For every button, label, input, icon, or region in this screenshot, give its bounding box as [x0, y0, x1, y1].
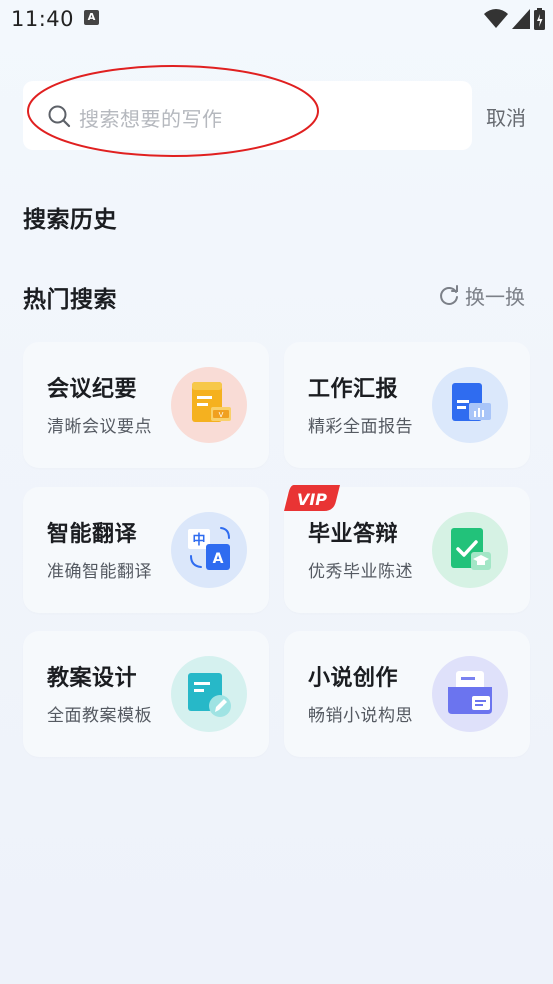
- card-title: 智能翻译: [47, 522, 138, 547]
- card-graduation-defense[interactable]: VIP 毕业答辩 优秀毕业陈述: [284, 485, 530, 613]
- novel-writing-icon: [432, 656, 508, 732]
- notification-a-icon: A: [84, 10, 99, 25]
- lesson-plan-icon: [171, 656, 247, 732]
- signal-icon: [512, 9, 530, 29]
- card-translate[interactable]: 智能翻译 准确智能翻译 中 A: [23, 487, 269, 613]
- battery-icon: [534, 8, 545, 30]
- card-lesson-plan[interactable]: 教案设计 全面教案模板: [23, 631, 269, 757]
- card-subtitle: 畅销小说构思: [308, 706, 413, 726]
- refresh-label: 换一换: [465, 285, 525, 309]
- vip-label: VIP: [297, 490, 327, 509]
- card-title: 小说创作: [308, 666, 399, 691]
- card-subtitle: 全面教案模板: [47, 706, 152, 726]
- wifi-icon: [484, 9, 508, 28]
- graduation-defense-icon: [432, 512, 508, 588]
- work-report-icon: [432, 367, 508, 443]
- card-novel-writing[interactable]: 小说创作 畅销小说构思: [284, 631, 530, 757]
- card-subtitle: 优秀毕业陈述: [308, 562, 413, 582]
- card-subtitle: 清晰会议要点: [47, 417, 152, 437]
- translate-icon: 中 A: [171, 512, 247, 588]
- search-history-title: 搜索历史: [23, 207, 117, 233]
- card-title: 毕业答辩: [308, 522, 399, 547]
- card-title: 工作汇报: [308, 377, 399, 402]
- meeting-notes-icon: V: [171, 367, 247, 443]
- search-icon: [48, 105, 71, 128]
- refresh-button[interactable]: 换一换: [438, 281, 525, 310]
- card-title: 会议纪要: [47, 377, 138, 402]
- search-placeholder: 搜索想要的写作: [79, 107, 223, 131]
- cancel-button[interactable]: 取消: [486, 102, 526, 131]
- status-icons: [484, 8, 545, 30]
- vip-badge: VIP: [284, 485, 340, 511]
- svg-text:A: A: [213, 551, 224, 567]
- svg-text:V: V: [219, 411, 224, 419]
- search-input[interactable]: 搜索想要的写作: [23, 81, 472, 150]
- card-subtitle: 精彩全面报告: [308, 417, 413, 437]
- status-bar: 11:40 A: [0, 0, 553, 38]
- svg-text:中: 中: [192, 532, 205, 548]
- hot-search-title: 热门搜索: [23, 287, 117, 313]
- card-meeting-notes[interactable]: 会议纪要 清晰会议要点 V: [23, 342, 269, 468]
- card-title: 教案设计: [47, 666, 138, 691]
- card-subtitle: 准确智能翻译: [47, 562, 152, 582]
- card-work-report[interactable]: 工作汇报 精彩全面报告: [284, 342, 530, 468]
- status-time: 11:40: [11, 7, 75, 31]
- refresh-icon: [440, 284, 458, 305]
